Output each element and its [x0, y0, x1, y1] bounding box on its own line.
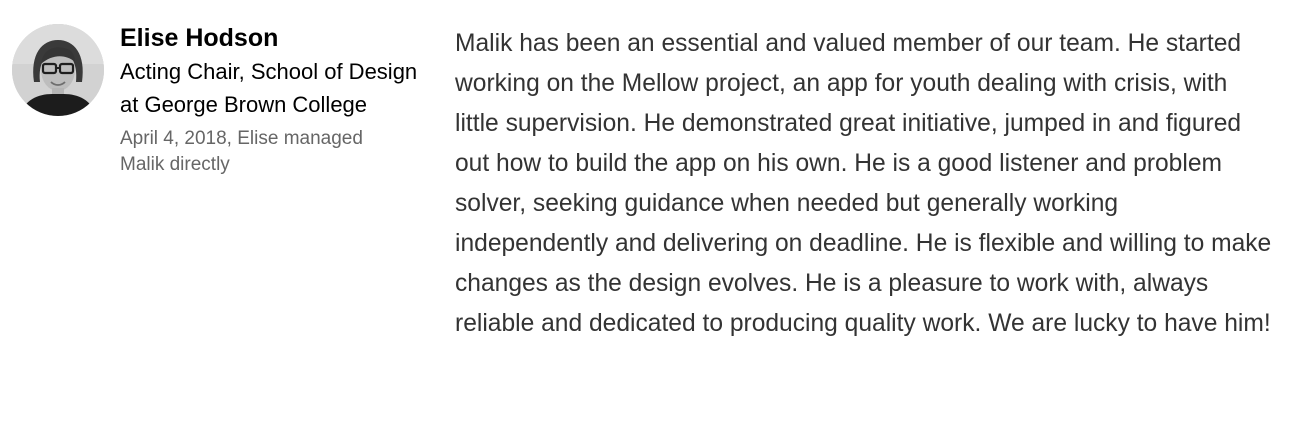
- person-photo-icon: [12, 24, 104, 116]
- recommendation-date-relation: April 4, 2018, Elise managed Malik direc…: [120, 128, 363, 175]
- recommender-name[interactable]: Elise Hodson: [120, 22, 278, 54]
- recommender-avatar[interactable]: [12, 24, 104, 116]
- recommendation-card: Elise Hodson Acting Chair, School of Des…: [0, 0, 1292, 440]
- recommender-headline: Acting Chair, School of Design at George…: [120, 59, 418, 117]
- recommendation-body: Malik has been an essential and valued m…: [455, 24, 1275, 344]
- recommendation-text: Malik has been an essential and valued m…: [455, 30, 1272, 337]
- recommender-info: Elise Hodson Acting Chair, School of Des…: [120, 22, 420, 178]
